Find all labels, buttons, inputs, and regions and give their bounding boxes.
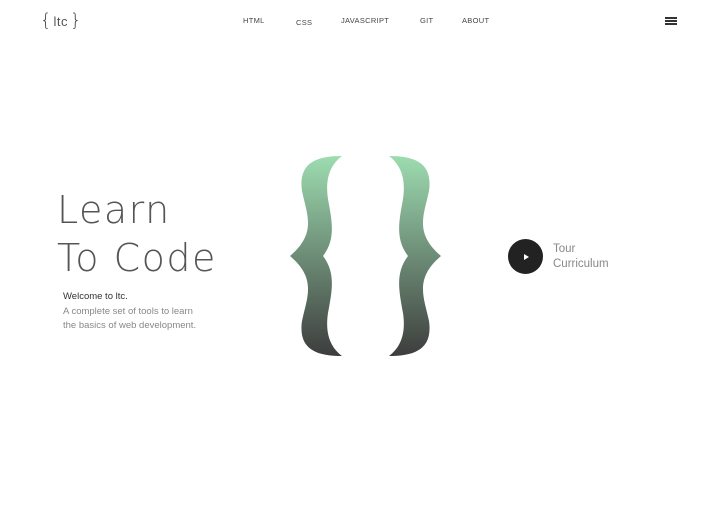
tour-label[interactable]: Tour Curriculum	[553, 242, 609, 272]
tour-label-line-2: Curriculum	[553, 257, 609, 270]
hero-title-line-1: Learn	[57, 188, 171, 232]
nav-item-about[interactable]: ABOUT	[462, 16, 489, 25]
hero-title-line-2: To Code	[57, 236, 217, 280]
hamburger-line	[665, 23, 677, 25]
hero-title: Learn To Code	[57, 186, 217, 282]
tour-curriculum-button[interactable]: Tour Curriculum	[508, 239, 609, 274]
tour-label-line-1: Tour	[553, 242, 576, 255]
curly-braces-icon	[285, 153, 445, 359]
play-icon[interactable]	[508, 239, 543, 274]
welcome-text: Welcome to ltc.	[63, 291, 128, 302]
main-nav: HTML CSS JAVASCRIPT GIT ABOUT	[0, 16, 720, 28]
right-brace-shape	[389, 156, 441, 356]
hero-description: A complete set of tools to learn the bas…	[63, 305, 233, 333]
hamburger-line	[665, 20, 677, 22]
nav-item-css[interactable]: CSS	[296, 18, 312, 27]
description-line-1: A complete set of tools to learn	[63, 306, 193, 317]
hamburger-icon[interactable]	[665, 17, 677, 25]
left-brace-shape	[290, 156, 342, 356]
nav-item-javascript[interactable]: JAVASCRIPT	[341, 16, 389, 25]
nav-item-html[interactable]: HTML	[243, 16, 265, 25]
hamburger-line	[665, 17, 677, 19]
nav-item-git[interactable]: GIT	[420, 16, 433, 25]
description-line-2: the basics of web development.	[63, 320, 197, 331]
